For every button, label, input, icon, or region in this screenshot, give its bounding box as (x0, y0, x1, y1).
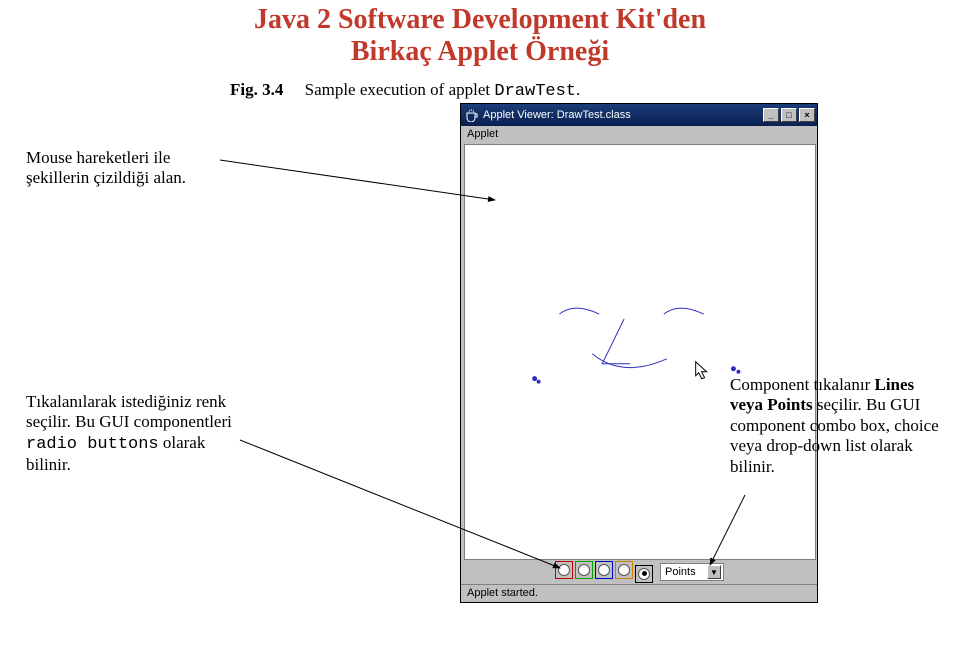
menubar: Applet (461, 126, 817, 144)
note-radio-buttons: Tıkalanılarak istediğiniz renk seçilir. … (26, 392, 246, 476)
color-radio-0[interactable] (555, 561, 573, 579)
titlebar: Applet Viewer: DrawTest.class _ □ × (461, 104, 817, 126)
canvas-drawing (465, 145, 815, 559)
applet-name: DrawTest (494, 82, 576, 101)
applet-window: Applet Viewer: DrawTest.class _ □ × Appl… (460, 103, 818, 603)
page-title: Java 2 Software Development Kit'den Birk… (0, 0, 960, 68)
chevron-down-icon: ▼ (707, 565, 721, 579)
title-line-2: Birkaç Applet Örneği (0, 36, 960, 68)
note-dd-a: Component tıkalanır (730, 375, 874, 394)
cursor-icon (696, 362, 707, 379)
window-buttons: _ □ × (763, 108, 815, 122)
figure-caption-prefix: Sample execution of applet (305, 80, 495, 99)
window-title: Applet Viewer: DrawTest.class (483, 109, 631, 121)
note-dropdown: Component tıkalanır Lines veya Points se… (730, 375, 940, 477)
color-radio-3[interactable] (615, 561, 633, 579)
figure-caption-suffix: . (576, 80, 580, 99)
menu-applet[interactable]: Applet (467, 128, 498, 140)
color-radios (554, 561, 654, 583)
figure-label: Fig. 3.4 (230, 80, 283, 99)
drawing-canvas[interactable] (464, 144, 816, 560)
statusbar: Applet started. (461, 584, 817, 602)
controls-panel: Points ▼ (461, 560, 817, 584)
note-canvas-text: Mouse hareketleri ile şekillerin çizildi… (26, 148, 186, 187)
minimize-button[interactable]: _ (763, 108, 779, 122)
close-button[interactable]: × (799, 108, 815, 122)
color-radio-2[interactable] (595, 561, 613, 579)
color-radio-4[interactable] (635, 565, 653, 583)
figure-caption: Fig. 3.4 Sample execution of applet Draw… (230, 80, 580, 101)
maximize-button[interactable]: □ (781, 108, 797, 122)
status-text: Applet started. (467, 587, 538, 599)
dropdown-value: Points (665, 566, 696, 578)
note-radio-a: Tıkalanılarak istediğiniz renk seçilir. … (26, 392, 232, 431)
title-line-1: Java 2 Software Development Kit'den (0, 4, 960, 36)
note-radio-code: radio buttons (26, 435, 159, 454)
color-radio-1[interactable] (575, 561, 593, 579)
note-canvas-area: Mouse hareketleri ile şekillerin çizildi… (26, 148, 226, 189)
shape-dropdown[interactable]: Points ▼ (660, 563, 724, 581)
java-cup-icon (465, 108, 479, 122)
